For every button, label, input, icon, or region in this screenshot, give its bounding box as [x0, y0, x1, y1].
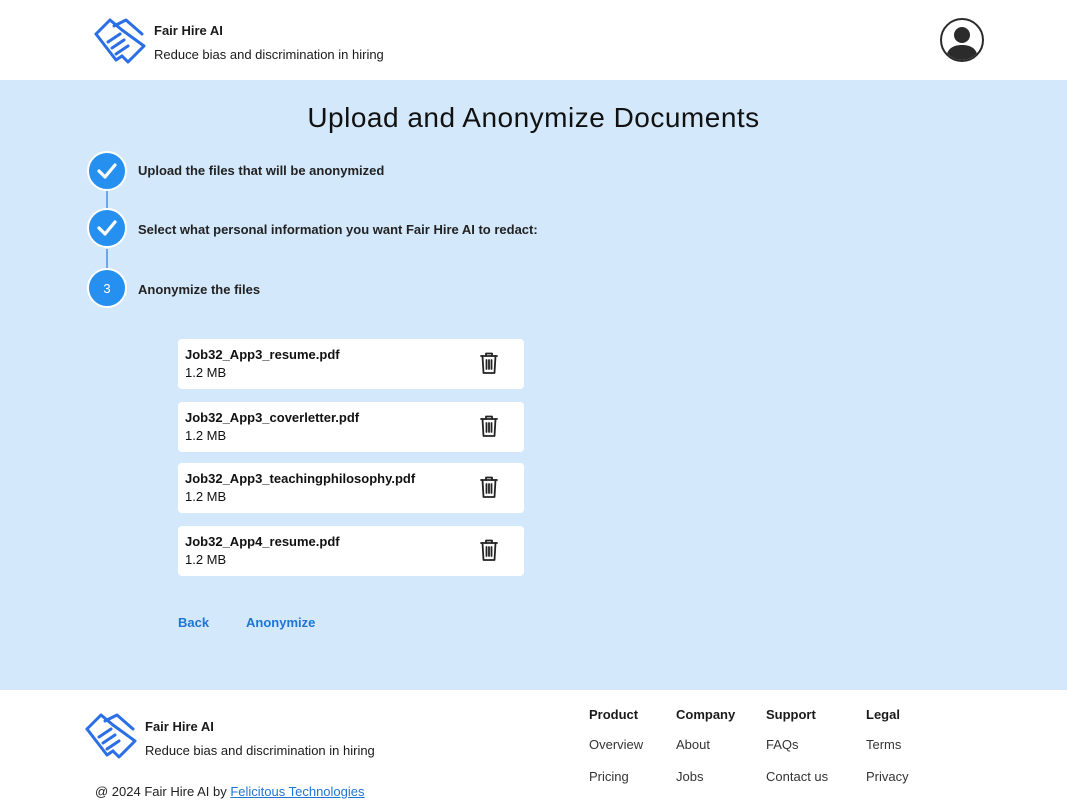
- back-button[interactable]: Back: [178, 615, 209, 630]
- footer-link-about[interactable]: About: [676, 737, 710, 752]
- person-silhouette-icon: [946, 27, 978, 60]
- file-item: Job32_App3_teachingphilosophy.pdf 1.2 MB: [178, 463, 524, 513]
- footer-link-contact[interactable]: Contact us: [766, 769, 828, 784]
- footer-tagline: Reduce bias and discrimination in hiring: [145, 743, 375, 758]
- footer-link-pricing[interactable]: Pricing: [589, 769, 629, 784]
- step-2-indicator: [87, 208, 127, 248]
- brand-name: Fair Hire AI: [154, 23, 223, 38]
- footer-col-company: Company: [676, 707, 736, 722]
- file-name: Job32_App3_resume.pdf: [185, 347, 340, 362]
- page-title: Upload and Anonymize Documents: [307, 102, 760, 133]
- footer-col-product: Product: [589, 707, 639, 722]
- step-3-indicator: 3: [87, 268, 127, 308]
- trash-icon[interactable]: [478, 351, 500, 375]
- anonymize-button[interactable]: Anonymize: [246, 615, 315, 630]
- brand-tagline: Reduce bias and discrimination in hiring: [154, 47, 384, 62]
- handshake-logo-icon[interactable]: [92, 16, 148, 66]
- footer-link-privacy[interactable]: Privacy: [866, 769, 909, 784]
- main-content: Upload and Anonymize Documents Upload th…: [0, 80, 1067, 690]
- file-size: 1.2 MB: [185, 552, 227, 567]
- file-name: Job32_App4_resume.pdf: [185, 534, 340, 549]
- footer-link-terms[interactable]: Terms: [866, 737, 901, 752]
- trash-icon[interactable]: [478, 475, 500, 499]
- file-name: Job32_App3_coverletter.pdf: [185, 410, 360, 425]
- step-1-indicator: [87, 151, 127, 191]
- step-1-label: Upload the files that will be anonymized: [138, 163, 385, 178]
- footer-link-faqs[interactable]: FAQs: [766, 737, 799, 752]
- footer: Fair Hire AI Reduce bias and discriminat…: [0, 690, 1067, 809]
- footer-link-jobs[interactable]: Jobs: [676, 769, 703, 784]
- file-item: Job32_App3_coverletter.pdf 1.2 MB: [178, 402, 524, 452]
- user-avatar-icon[interactable]: [940, 18, 984, 62]
- step-connector: [106, 190, 108, 210]
- footer-link-overview[interactable]: Overview: [589, 737, 643, 752]
- company-link[interactable]: Felicitous Technologies: [230, 784, 364, 799]
- check-icon: [97, 163, 117, 179]
- file-item: Job32_App4_resume.pdf 1.2 MB: [178, 526, 524, 576]
- footer-col-support: Support: [766, 707, 816, 722]
- copyright: @ 2024 Fair Hire AI by Felicitous Techno…: [95, 784, 365, 799]
- copyright-text: @ 2024 Fair Hire AI by: [95, 784, 227, 799]
- file-size: 1.2 MB: [185, 428, 227, 443]
- trash-icon[interactable]: [478, 538, 500, 562]
- file-size: 1.2 MB: [185, 489, 227, 504]
- handshake-logo-icon[interactable]: [83, 711, 139, 761]
- footer-col-legal: Legal: [866, 707, 900, 722]
- footer-brand-name: Fair Hire AI: [145, 719, 214, 734]
- step-3-label: Anonymize the files: [138, 282, 261, 297]
- file-name: Job32_App3_teachingphilosophy.pdf: [185, 471, 416, 486]
- check-icon: [97, 220, 117, 236]
- header: Fair Hire AI Reduce bias and discriminat…: [0, 0, 1067, 80]
- file-size: 1.2 MB: [185, 365, 227, 380]
- trash-icon[interactable]: [478, 414, 500, 438]
- step-connector: [106, 249, 108, 270]
- step-3-number: 3: [103, 280, 111, 296]
- step-2-label: Select what personal information you wan…: [138, 222, 538, 237]
- file-item: Job32_App3_resume.pdf 1.2 MB: [178, 339, 524, 389]
